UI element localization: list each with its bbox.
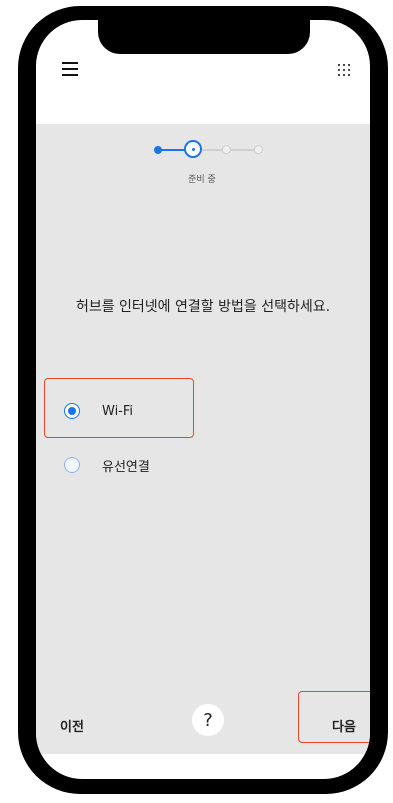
prev-button[interactable]: 이전 (60, 716, 84, 735)
help-icon: ? (203, 709, 213, 731)
option-wired-label: 유선연결 (102, 459, 150, 475)
option-wifi-label: Wi-Fi (102, 403, 134, 419)
radio-selected-dot (68, 407, 76, 415)
radio-wifi[interactable] (64, 403, 80, 419)
setup-content: 준비 중 허브를 인터넷에 연결할 방법을 선택하세요. Wi-Fi 유선연결 … (36, 124, 370, 754)
page-question: 허브를 인터넷에 연결할 방법을 선택하세요. (75, 299, 331, 315)
option-wired[interactable]: 유선연결 (64, 452, 150, 478)
next-button[interactable]: 다음 (332, 716, 356, 735)
phone-frame: 준비 중 허브를 인터넷에 연결할 방법을 선택하세요. Wi-Fi 유선연결 … (18, 6, 388, 794)
help-button[interactable]: ? (192, 704, 224, 736)
step-dot-1 (154, 146, 162, 154)
phone-screen: 준비 중 허브를 인터넷에 연결할 방법을 선택하세요. Wi-Fi 유선연결 … (36, 20, 370, 779)
step-label: 준비 중 (188, 175, 216, 185)
menu-icon[interactable] (62, 62, 78, 76)
progress-stepper (154, 138, 264, 160)
apps-grid-icon[interactable] (336, 62, 352, 77)
phone-notch (98, 20, 310, 54)
step-dot-4 (254, 145, 263, 154)
radio-wired[interactable] (64, 457, 80, 473)
option-wifi[interactable]: Wi-Fi (64, 398, 133, 424)
step-dot-2-current (184, 140, 202, 158)
step-dot-3 (222, 145, 231, 154)
